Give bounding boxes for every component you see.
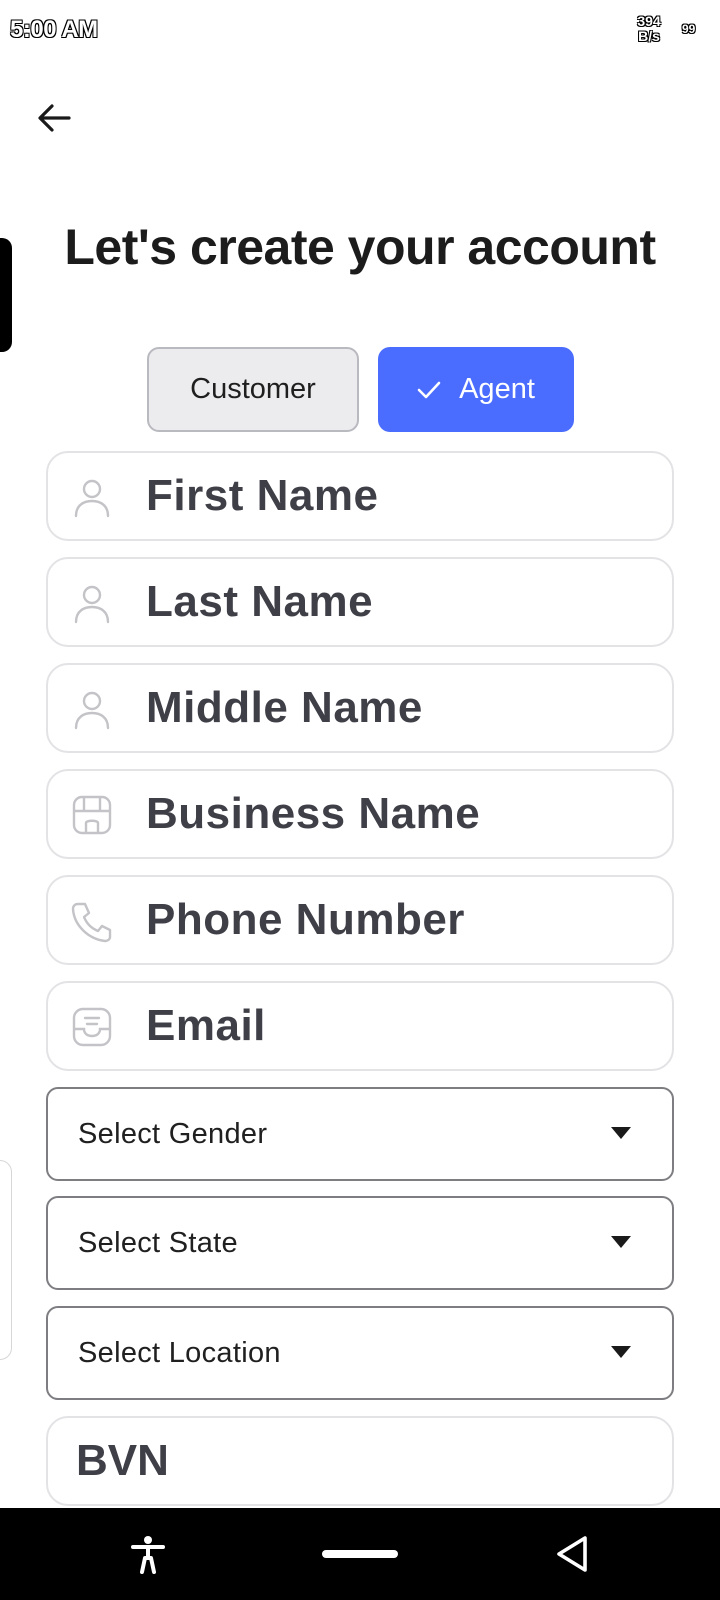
store-icon — [72, 795, 112, 835]
accessibility-icon[interactable] — [128, 1534, 168, 1574]
location-select-placeholder: Select Location — [78, 1337, 281, 1369]
dropdown-arrow-icon — [611, 1236, 631, 1248]
last-name-field[interactable]: Last Name — [46, 557, 674, 647]
network-speed: 394 B/s — [632, 14, 666, 44]
arrow-left-icon — [38, 104, 71, 132]
status-time: 5:00 AM — [10, 16, 98, 43]
inbox-icon — [72, 1007, 112, 1047]
first-name-field[interactable]: First Name — [46, 451, 674, 541]
gender-select[interactable]: Select Gender — [46, 1087, 674, 1181]
person-icon — [74, 479, 110, 518]
signup-screen: 5:00 AM 394 B/s 99 Let's create your acc… — [0, 0, 720, 1600]
edge-panel — [0, 1160, 12, 1360]
phone-number-placeholder: Phone Number — [146, 895, 465, 944]
role-option-agent[interactable]: Agent — [378, 347, 574, 432]
system-nav-bar — [0, 1508, 720, 1600]
person-icon — [74, 691, 110, 730]
business-name-placeholder: Business Name — [146, 789, 481, 838]
home-pill[interactable] — [322, 1550, 398, 1558]
state-select-placeholder: Select State — [78, 1227, 238, 1259]
phone-number-field[interactable]: Phone Number — [46, 875, 674, 965]
location-select[interactable]: Select Location — [46, 1306, 674, 1400]
network-speed-value: 394 — [637, 13, 661, 29]
state-select[interactable]: Select State — [46, 1196, 674, 1290]
last-name-placeholder: Last Name — [146, 577, 374, 626]
middle-name-field[interactable]: Middle Name — [46, 663, 674, 753]
network-speed-unit: B/s — [638, 28, 660, 44]
status-bar: 5:00 AM 394 B/s 99 — [0, 0, 720, 62]
battery-level: 99 — [682, 22, 696, 36]
back-button[interactable] — [30, 94, 78, 142]
gender-select-placeholder: Select Gender — [78, 1118, 268, 1150]
business-name-field[interactable]: Business Name — [46, 769, 674, 859]
dropdown-arrow-icon — [611, 1127, 631, 1139]
role-option-label: Customer — [190, 373, 316, 405]
person-icon — [74, 585, 110, 624]
first-name-placeholder: First Name — [146, 471, 379, 520]
nav-back-icon[interactable] — [554, 1534, 590, 1574]
bvn-field[interactable]: BVN — [46, 1416, 674, 1506]
page-title: Let's create your account — [64, 219, 656, 275]
role-option-customer[interactable]: Customer — [147, 347, 359, 432]
role-option-label: Agent — [459, 373, 535, 405]
phone-icon — [71, 902, 112, 943]
dropdown-arrow-icon — [611, 1346, 631, 1358]
email-field[interactable]: Email — [46, 981, 674, 1071]
check-icon — [417, 381, 441, 398]
email-placeholder: Email — [146, 1001, 266, 1050]
bvn-placeholder: BVN — [76, 1436, 169, 1485]
middle-name-placeholder: Middle Name — [146, 683, 423, 732]
